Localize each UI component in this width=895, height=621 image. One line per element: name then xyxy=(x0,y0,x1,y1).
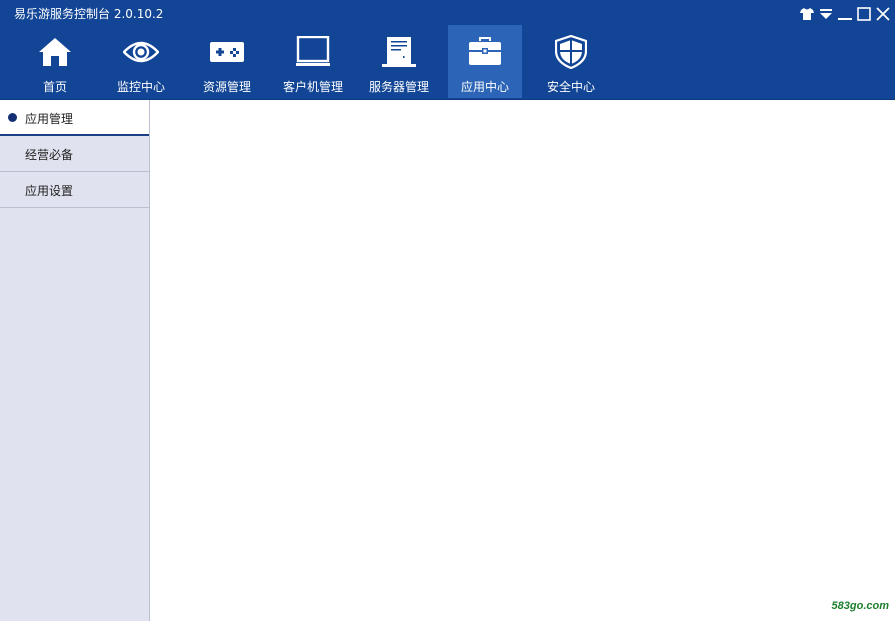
nav-label: 监控中心 xyxy=(116,80,165,94)
nav-label: 首页 xyxy=(42,80,67,94)
close-icon[interactable] xyxy=(875,6,891,22)
main-content-area: 583go.com xyxy=(150,100,895,621)
nav-item-monitor-center[interactable]: 监控中心 xyxy=(98,25,184,98)
nav-item-server-management[interactable]: 服务器管理 xyxy=(356,25,442,98)
gamepad-icon xyxy=(209,33,245,71)
monitor-icon xyxy=(296,33,330,71)
nav-label: 资源管理 xyxy=(202,80,251,94)
nav-item-security-center[interactable]: 安全中心 xyxy=(528,25,614,98)
shirt-icon[interactable] xyxy=(799,6,815,22)
active-dot-icon xyxy=(8,113,17,122)
sidebar: 应用管理 经营必备 应用设置 xyxy=(0,100,150,621)
sidebar-item-app-management[interactable]: 应用管理 xyxy=(0,100,149,136)
server-icon xyxy=(382,33,416,71)
main-nav: 首页 监控中心 资源管理 客户机管理 服务器管理 应用中心 安全中心 xyxy=(12,25,614,98)
nav-item-home[interactable]: 首页 xyxy=(12,25,98,98)
sidebar-item-label: 应用管理 xyxy=(25,112,74,126)
nav-item-client-management[interactable]: 客户机管理 xyxy=(270,25,356,98)
dropdown-icon[interactable] xyxy=(818,6,834,22)
nav-label: 服务器管理 xyxy=(368,80,429,94)
top-header-bar: 易乐游服务控制台 2.0.10.2 首页 监控中心 资源管理 客户机管理 服务器… xyxy=(0,0,895,100)
nav-label: 客户机管理 xyxy=(282,80,343,94)
nav-item-app-center[interactable]: 应用中心 xyxy=(448,25,522,98)
sidebar-item-app-settings[interactable]: 应用设置 xyxy=(0,172,149,208)
nav-label: 应用中心 xyxy=(460,80,509,94)
watermark: 583go.com xyxy=(831,600,889,612)
sidebar-item-label: 经营必备 xyxy=(25,148,74,162)
nav-label: 安全中心 xyxy=(546,80,595,94)
sidebar-item-label: 应用设置 xyxy=(25,184,74,198)
nav-item-resource-management[interactable]: 资源管理 xyxy=(184,25,270,98)
window-controls xyxy=(799,4,891,24)
maximize-icon[interactable] xyxy=(856,6,872,22)
window-title: 易乐游服务控制台 2.0.10.2 xyxy=(14,7,164,21)
home-icon xyxy=(38,33,72,71)
shield-icon xyxy=(555,33,587,71)
toolbox-icon xyxy=(468,33,502,71)
eye-icon xyxy=(123,33,159,71)
sidebar-item-business-essentials[interactable]: 经营必备 xyxy=(0,136,149,172)
minimize-icon[interactable] xyxy=(837,6,853,22)
